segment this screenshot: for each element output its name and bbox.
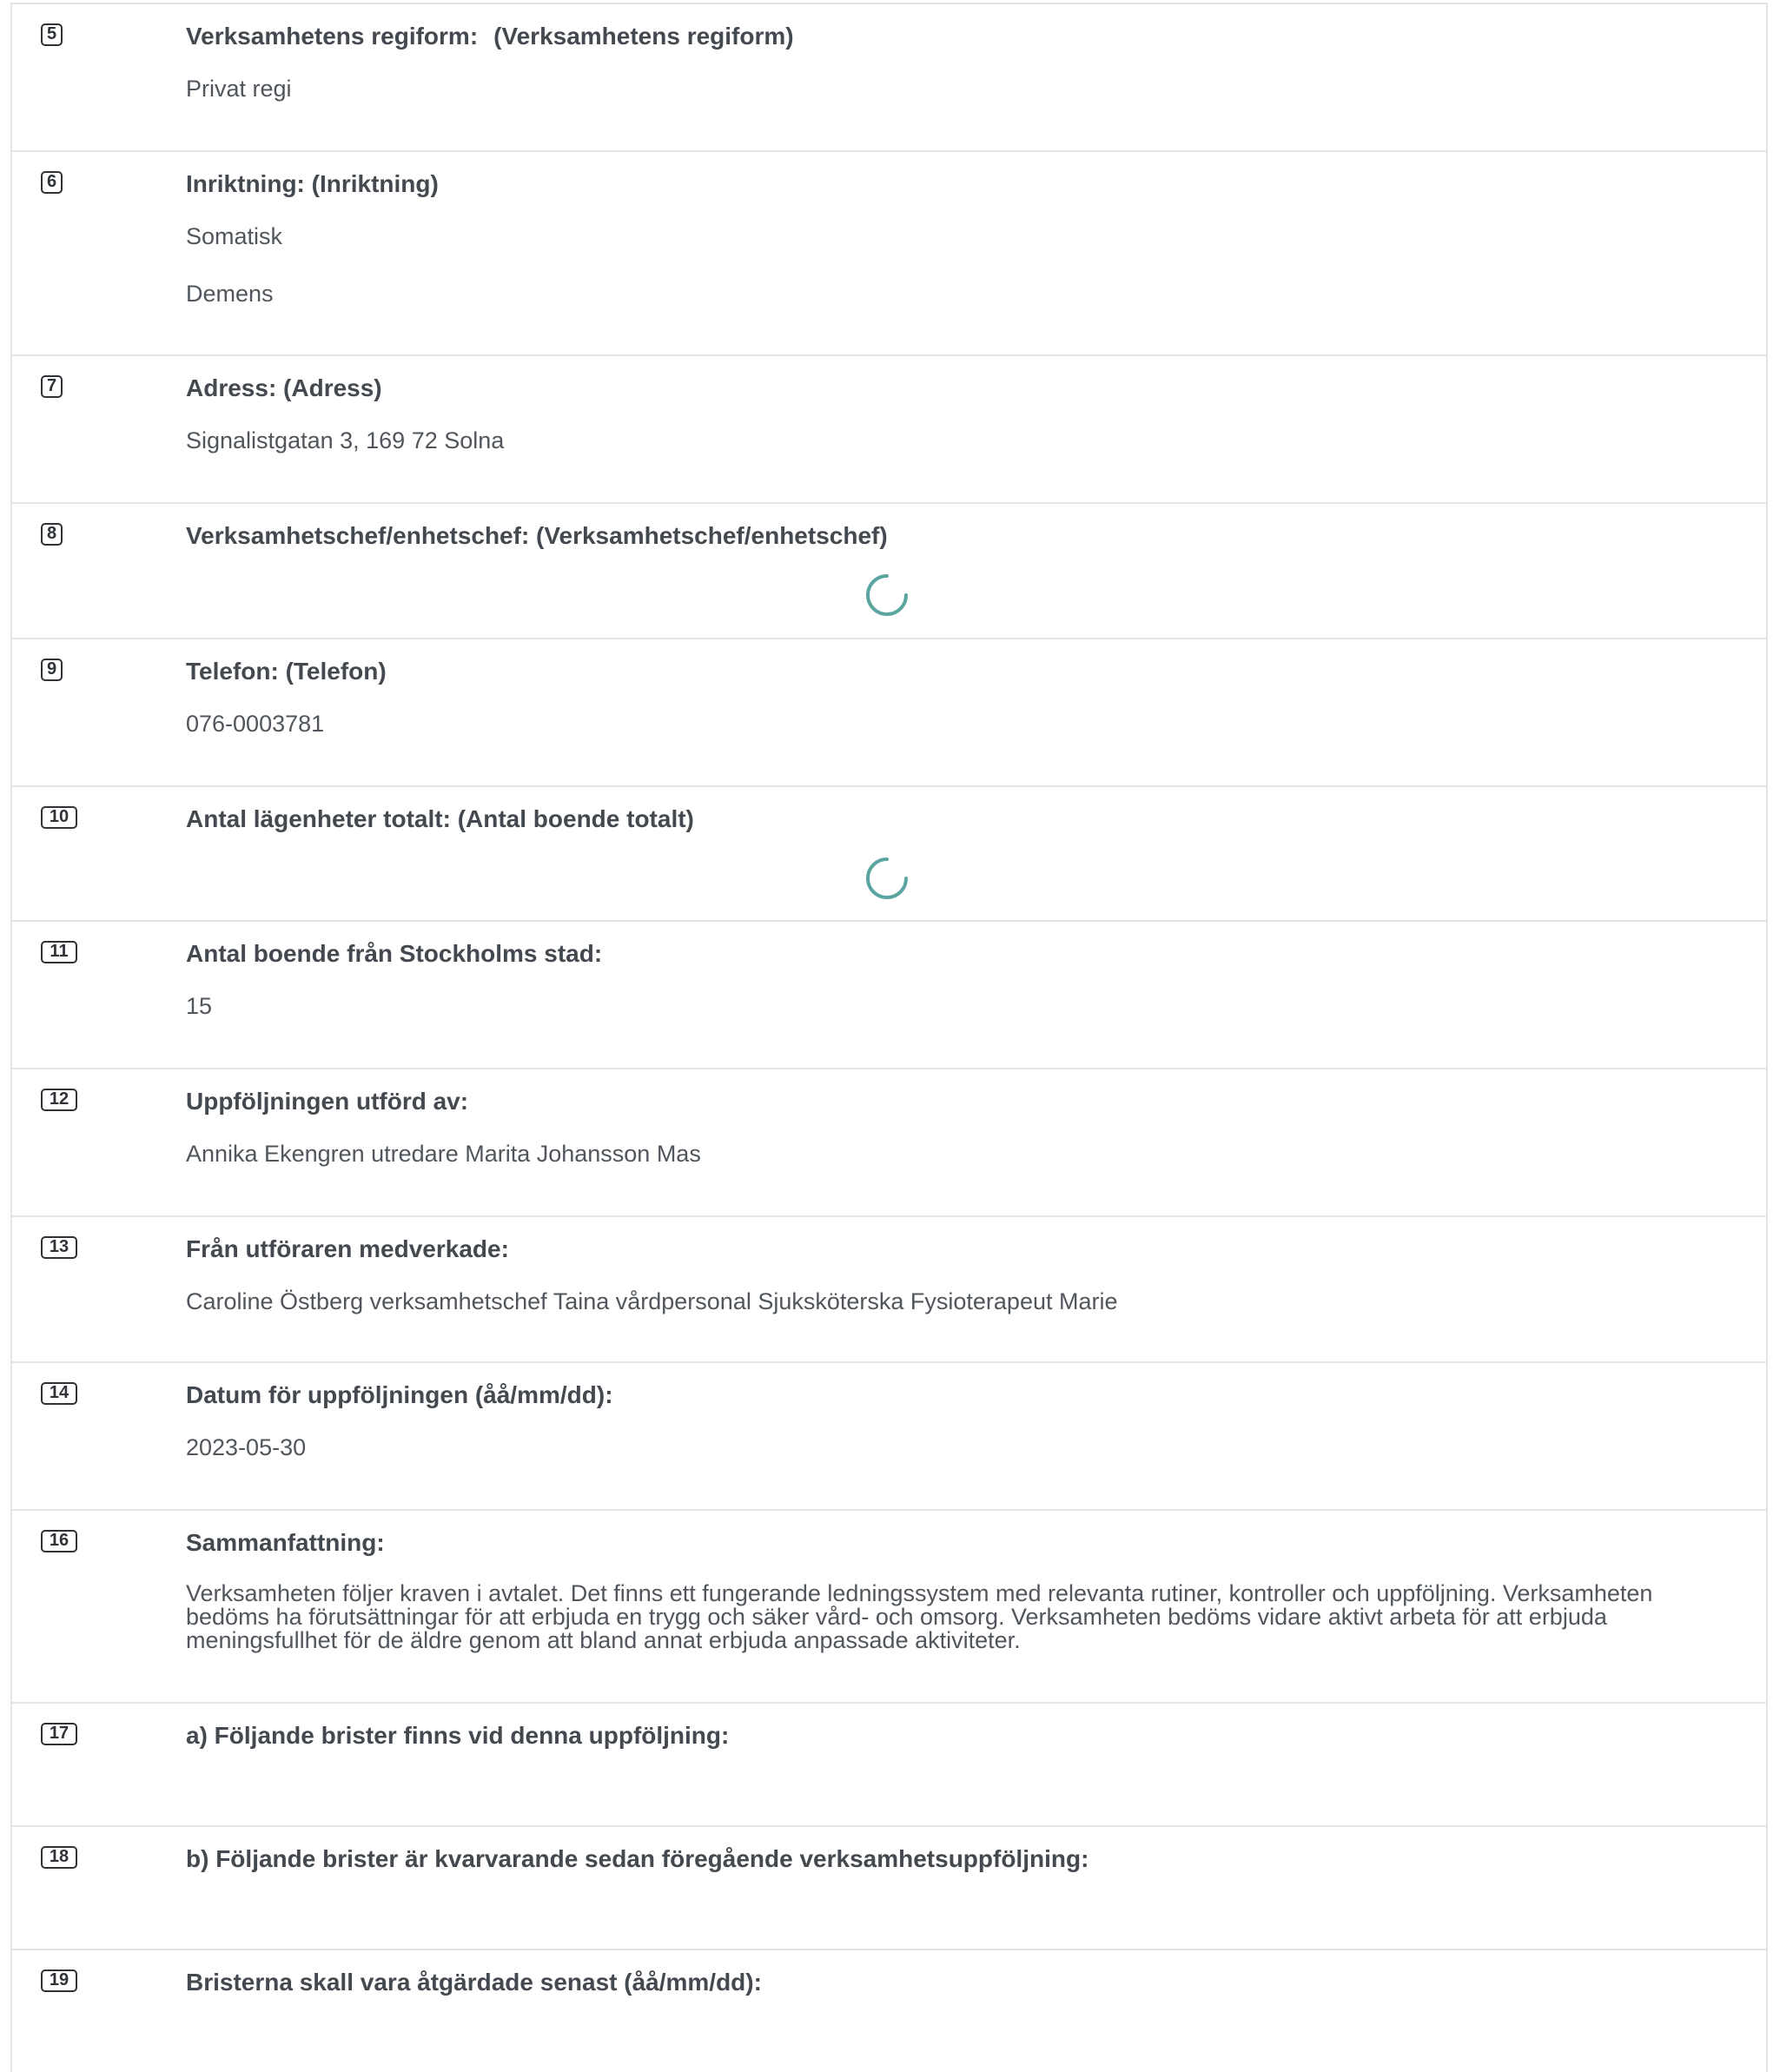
- form-row-atgardade-senast: 19 Bristerna skall vara åtgärdade senast…: [12, 1950, 1766, 2072]
- question-number-badge: 11: [41, 941, 77, 963]
- form-list: 5 Verksamhetens regiform: (Verksamhetens …: [10, 3, 1768, 2072]
- question-number-badge: 13: [41, 1236, 77, 1259]
- question-number-badge: 9: [41, 659, 63, 681]
- question-number-badge: 10: [41, 806, 77, 829]
- question-label: Antal lägenheter totalt: (Antal boende t…: [186, 805, 694, 832]
- question-label: Antal boende från Stockholms stad:: [186, 940, 603, 967]
- question-label: a) Följande brister finns vid denna uppf…: [186, 1722, 730, 1749]
- form-row-sammanfattning: 16 Sammanfattning: Verksamheten följer k…: [12, 1511, 1766, 1704]
- question-label: Verksamhetschef/enhetschef: (Verksamhets…: [186, 522, 888, 549]
- loading-spinner-icon: [866, 574, 908, 616]
- answer-value: Somatisk: [186, 223, 283, 249]
- form-row-antal-boende: 11 Antal boende från Stockholms stad: 15: [12, 922, 1766, 1069]
- question-number-badge: 8: [41, 523, 63, 546]
- form-row-medverkade: 13 Från utföraren medverkade: Caroline Ö…: [12, 1217, 1766, 1363]
- question-number-badge: 16: [41, 1530, 77, 1552]
- question-number-badge: 5: [41, 23, 63, 46]
- question-label: Uppföljningen utförd av:: [186, 1088, 469, 1115]
- answer-value: Demens: [186, 281, 274, 307]
- form-row-adress: 7 Adress: (Adress) Signalistgatan 3, 169…: [12, 356, 1766, 504]
- question-label: Verksamhetens regiform: (Verksamhetens re…: [186, 22, 1731, 51]
- question-label: Datum för uppföljningen (åå/mm/dd):: [186, 1381, 613, 1408]
- form-row-antal-lagenheter: 10 Antal lägenheter totalt: (Antal boend…: [12, 787, 1766, 922]
- question-label: b) Följande brister är kvarvarande sedan…: [186, 1845, 1089, 1872]
- question-number-badge: 14: [41, 1382, 77, 1405]
- loading-spinner-icon: [866, 857, 908, 899]
- form-row-regiform: 5 Verksamhetens regiform: (Verksamhetens …: [12, 4, 1766, 152]
- question-label: Från utföraren medverkade:: [186, 1235, 509, 1262]
- answer-value: Verksamheten följer kraven i avtalet. De…: [186, 1580, 1653, 1653]
- answer-value: Signalistgatan 3, 169 72 Solna: [186, 427, 505, 453]
- form-row-datum: 14 Datum för uppföljningen (åå/mm/dd): 2…: [12, 1363, 1766, 1511]
- answer-value: Privat regi: [186, 76, 292, 102]
- answer-value: Caroline Östberg verksamhetschef Taina v…: [186, 1288, 1118, 1314]
- question-number-badge: 7: [41, 375, 63, 398]
- question-label: Telefon: (Telefon): [186, 658, 387, 685]
- question-label-text: Verksamhetens regiform:: [186, 23, 479, 50]
- question-label: Bristerna skall vara åtgärdade senast (å…: [186, 1969, 762, 1996]
- form-row-brister: 17 a) Följande brister finns vid denna u…: [12, 1704, 1766, 1827]
- question-label: Inriktning: (Inriktning): [186, 170, 439, 197]
- question-number-badge: 6: [41, 171, 63, 194]
- question-number-badge: 19: [41, 1969, 77, 1992]
- question-number-badge: 17: [41, 1723, 77, 1745]
- question-label: Adress: (Adress): [186, 374, 382, 401]
- answer-value: 15: [186, 993, 213, 1019]
- answer-value: Annika Ekengren utredare Marita Johansso…: [186, 1141, 701, 1167]
- question-label-alias: (Verksamhetens regiform): [493, 23, 794, 50]
- question-number-badge: 18: [41, 1846, 77, 1869]
- form-row-inriktning: 6 Inriktning: (Inriktning) Somatisk Deme…: [12, 152, 1766, 356]
- form-row-uppfoljning-utford-av: 12 Uppföljningen utförd av: Annika Ekeng…: [12, 1069, 1766, 1217]
- answer-value: 076-0003781: [186, 711, 325, 737]
- form-row-verksamhetschef: 8 Verksamhetschef/enhetschef: (Verksamhe…: [12, 504, 1766, 639]
- question-label: Sammanfattning:: [186, 1529, 385, 1556]
- form-row-telefon: 9 Telefon: (Telefon) 076-0003781: [12, 639, 1766, 787]
- answer-value: 2023-05-30: [186, 1434, 307, 1460]
- question-number-badge: 12: [41, 1089, 77, 1111]
- form-row-kvarvarande-brister: 18 b) Följande brister är kvarvarande se…: [12, 1827, 1766, 1950]
